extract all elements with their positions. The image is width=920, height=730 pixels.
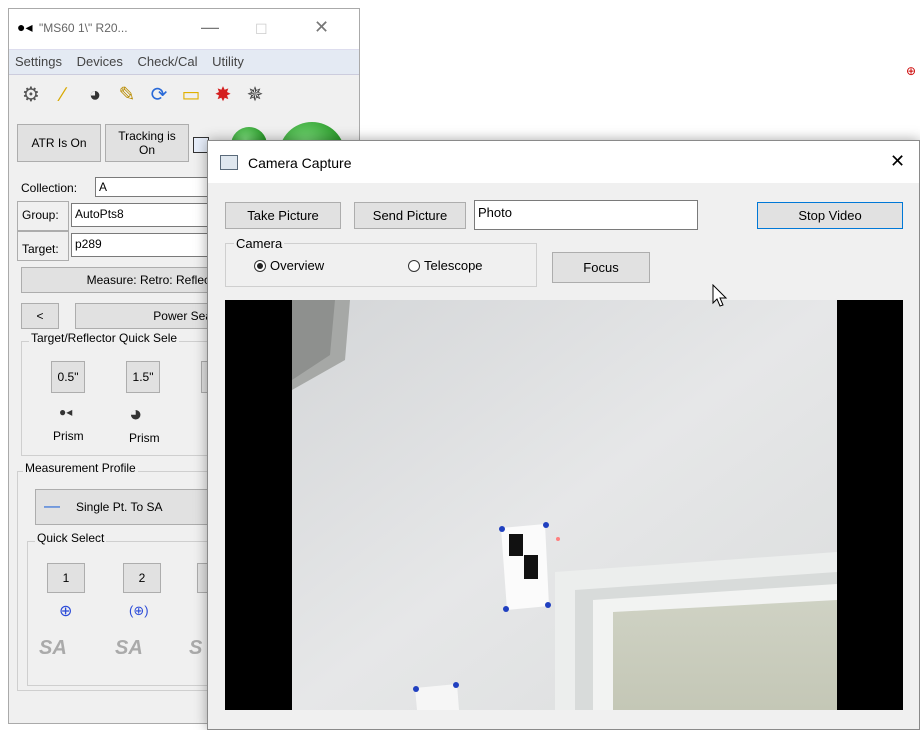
prism-icon[interactable]: ◕ bbox=[83, 83, 107, 107]
refresh-icon[interactable]: ⟳ bbox=[147, 83, 171, 107]
sa-logo-2: SA bbox=[115, 637, 143, 659]
menu-utility[interactable]: Utility bbox=[206, 50, 249, 69]
target-label-box: Target: bbox=[17, 231, 69, 261]
collection-field[interactable]: A bbox=[95, 177, 215, 197]
app-icon: ●◂ bbox=[17, 19, 33, 35]
telescope-radio[interactable]: Telescope bbox=[408, 258, 483, 273]
stop-video-button[interactable]: Stop Video bbox=[757, 202, 903, 229]
prism-label-1: Prism bbox=[53, 429, 84, 443]
power-search-button[interactable]: Power Sea bbox=[75, 303, 219, 329]
mouse-cursor-icon bbox=[712, 284, 728, 307]
group-field[interactable]: AutoPts8 bbox=[71, 203, 211, 227]
send-picture-button[interactable]: Send Picture bbox=[354, 202, 466, 229]
quick-button-2[interactable]: 2 bbox=[123, 563, 161, 593]
menu-bar: Settings Devices Check/Cal Utility bbox=[9, 49, 359, 75]
take-picture-button[interactable]: Take Picture bbox=[225, 202, 341, 229]
overview-radio-dot bbox=[254, 259, 266, 272]
group-label: Group: bbox=[22, 208, 59, 222]
satellite-icon[interactable]: ✎ bbox=[115, 83, 139, 107]
camera-capture-dialog: Camera Capture ✕ Take Picture Send Pictu… bbox=[207, 140, 920, 730]
prism-label-2: Prism bbox=[129, 431, 160, 445]
target-reflector-group bbox=[21, 341, 221, 456]
target-reflector-title: Target/Reflector Quick Sele bbox=[29, 331, 180, 345]
close-button[interactable]: ✕ bbox=[314, 17, 329, 38]
tracking-button-line2: On bbox=[138, 143, 155, 157]
quick-button-1[interactable]: 1 bbox=[47, 563, 85, 593]
magic-wand-icon[interactable]: ✵ bbox=[243, 83, 267, 107]
back-button[interactable]: < bbox=[21, 303, 59, 329]
crosshair-icon: ⊕ bbox=[59, 603, 73, 620]
maximize-button[interactable]: ☐ bbox=[255, 21, 268, 38]
overview-radio-label: Overview bbox=[270, 258, 325, 273]
measure-button[interactable]: Measure: Retro: Reflec bbox=[21, 267, 219, 293]
camera-group-title: Camera bbox=[234, 236, 285, 251]
settings-gear-icon[interactable]: ⚙ bbox=[19, 83, 43, 107]
group-label-box: Group: bbox=[17, 201, 69, 231]
tracking-button-line1: Tracking is bbox=[118, 129, 176, 143]
telescope-radio-dot bbox=[408, 259, 420, 272]
camera-close-button[interactable]: ✕ bbox=[890, 151, 905, 172]
atr-button[interactable]: ATR Is On bbox=[17, 124, 101, 162]
collection-label: Collection: bbox=[21, 181, 78, 195]
sa-logo-3: S bbox=[189, 637, 203, 659]
reflector-05-button[interactable]: 0.5" bbox=[51, 361, 85, 393]
target-label: Target: bbox=[22, 242, 59, 256]
camera-title: Camera Capture bbox=[248, 155, 352, 171]
measurement-profile-title: Measurement Profile bbox=[23, 461, 138, 475]
profile-button-label: Single Pt. To SA bbox=[76, 500, 163, 514]
menu-devices[interactable]: Devices bbox=[71, 50, 128, 69]
menu-check-cal[interactable]: Check/Cal bbox=[131, 50, 202, 69]
toolbar: ⚙ ∕ ◕ ✎ ⟳ ▭ ✸ ✵ bbox=[9, 75, 359, 115]
tracking-button[interactable]: Tracking is On bbox=[105, 124, 189, 162]
video-feed bbox=[225, 300, 903, 710]
camera-title-bar[interactable]: Camera Capture ✕ bbox=[208, 141, 919, 183]
telescope-radio-label: Telescope bbox=[424, 258, 483, 273]
window-icon bbox=[220, 155, 238, 170]
profile-button[interactable]: — Single Pt. To SA bbox=[35, 489, 221, 525]
video-frame-image bbox=[225, 300, 903, 710]
folder-icon[interactable]: ▭ bbox=[179, 83, 203, 107]
laser-pointer-icon[interactable]: ∕ bbox=[51, 83, 75, 107]
reflector-15-button[interactable]: 1.5" bbox=[126, 361, 160, 393]
menu-settings[interactable]: Settings bbox=[9, 50, 67, 69]
red-crosshair-icon: ⊕ bbox=[906, 64, 917, 78]
sa-logo-1: SA bbox=[39, 637, 67, 659]
burst-icon[interactable]: ✸ bbox=[211, 83, 235, 107]
main-window-title: "MS60 1\" R20... bbox=[39, 21, 128, 35]
quick-select-title: Quick Select bbox=[35, 531, 107, 545]
focus-button[interactable]: Focus bbox=[552, 252, 650, 283]
prism-small-icon: ●◂ bbox=[59, 405, 73, 419]
target-field[interactable]: p289 bbox=[71, 233, 211, 257]
main-title-bar[interactable]: ●◂ "MS60 1\" R20... — ☐ ✕ bbox=[9, 9, 359, 49]
overview-radio[interactable]: Overview bbox=[254, 258, 324, 273]
crosshair-wave-icon: (⊕) bbox=[129, 603, 149, 618]
minimize-button[interactable]: — bbox=[201, 17, 219, 38]
profile-dash-icon: — bbox=[44, 498, 60, 515]
prism-large-icon: ◕ bbox=[129, 401, 143, 426]
photo-name-input[interactable]: Photo bbox=[474, 200, 698, 230]
